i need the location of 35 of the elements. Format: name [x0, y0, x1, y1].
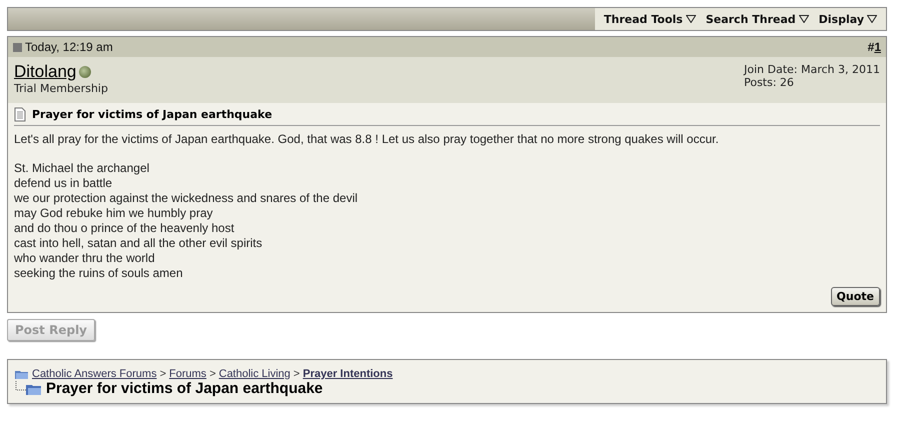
- post-title: Prayer for victims of Japan earthquake: [32, 108, 272, 121]
- toolbar-menu[interactable]: Display: [814, 12, 882, 26]
- post-text: Let's all pray for the victims of Japan earthquake. God, that was 8.8 ! Let us also pray together that no more strong quakes will occur.: [14, 132, 720, 146]
- prayer-line: defend us in battle: [14, 176, 114, 191]
- post-date: Today, 12:19 am: [25, 40, 114, 54]
- prayer-line: we our protection against the wickedness and snares of the devil: [14, 191, 359, 206]
- prayer-line: seeking the ruins of souls amen: [14, 266, 184, 281]
- breadcrumb-link[interactable]: Catholic Answers Forums: [32, 368, 157, 380]
- toolbar-menu[interactable]: Search Thread: [700, 12, 814, 26]
- thread-title: Prayer for victims of Japan earthquake: [46, 380, 323, 397]
- prayer-line: St. Michael the archangel: [14, 161, 150, 176]
- post-status-icon: [13, 42, 22, 52]
- document-icon: [14, 107, 26, 122]
- toolbar-menu[interactable]: Thread Tools: [598, 12, 701, 26]
- breadcrumb-separator: >: [209, 368, 216, 380]
- caret-icon: [867, 15, 877, 23]
- caret-icon: [686, 15, 696, 23]
- join-date: Join Date: March 3, 2011: [744, 63, 880, 76]
- username-link[interactable]: Ditolang: [14, 62, 76, 82]
- tree-folder-icon: [14, 381, 44, 397]
- prayer-line: may God rebuke him we humbly pray: [14, 206, 214, 221]
- quote-button[interactable]: Quote: [830, 287, 880, 306]
- user-title: Trial Membership: [14, 82, 108, 95]
- post-number[interactable]: #1: [868, 40, 881, 54]
- folder-icon: [14, 368, 29, 380]
- caret-icon: [798, 15, 809, 23]
- prayer-line: and do thou o prince of the heavenly host: [14, 221, 236, 236]
- breadcrumb-link[interactable]: Catholic Living: [218, 368, 290, 380]
- breadcrumb-separator: >: [293, 368, 300, 380]
- prayer-line: who wander thru the world: [14, 251, 156, 266]
- prayer-line: cast into hell, satan and all the other evil spirits: [14, 236, 264, 251]
- breadcrumb-separator: >: [160, 368, 166, 380]
- breadcrumb-link[interactable]: Prayer Intentions: [302, 368, 393, 380]
- breadcrumb-link[interactable]: Forums: [169, 368, 206, 380]
- post-count: Posts: 26: [744, 76, 795, 89]
